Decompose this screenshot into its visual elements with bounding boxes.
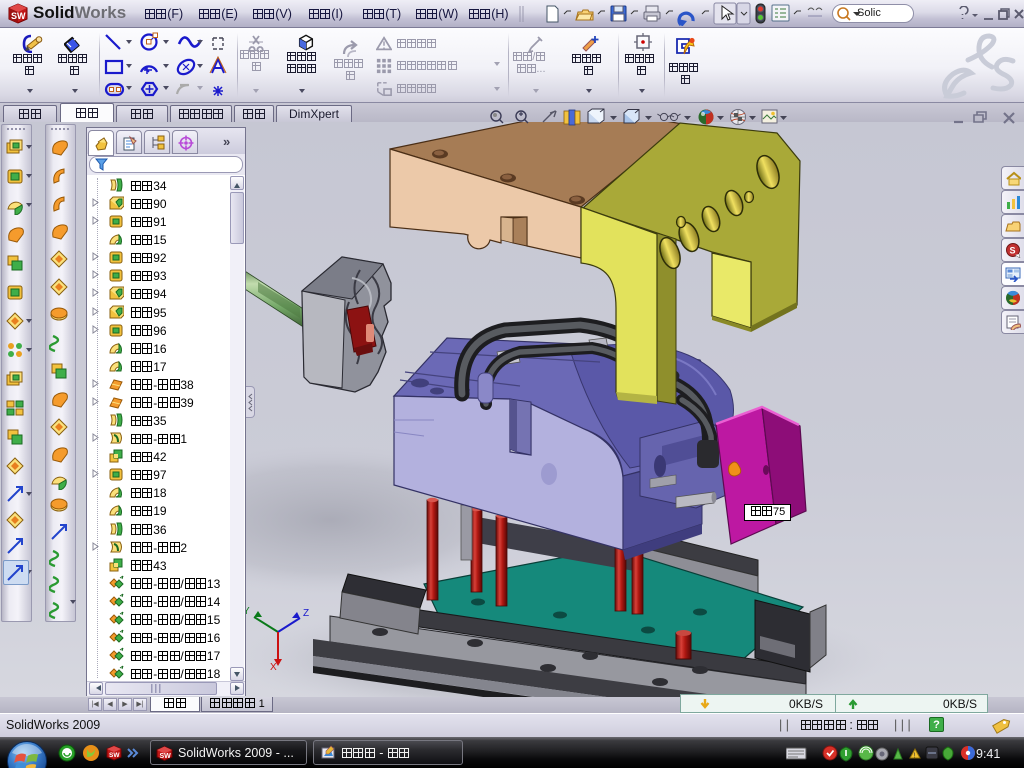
svg-text:S: S <box>1010 246 1016 256</box>
svg-text:SW: SW <box>11 11 26 21</box>
svg-text:!: ! <box>914 753 916 760</box>
svg-text:SW: SW <box>160 753 172 760</box>
svg-text:SW: SW <box>109 752 120 759</box>
svg-text:Z: Z <box>303 608 309 619</box>
svg-text:X: X <box>270 662 277 673</box>
